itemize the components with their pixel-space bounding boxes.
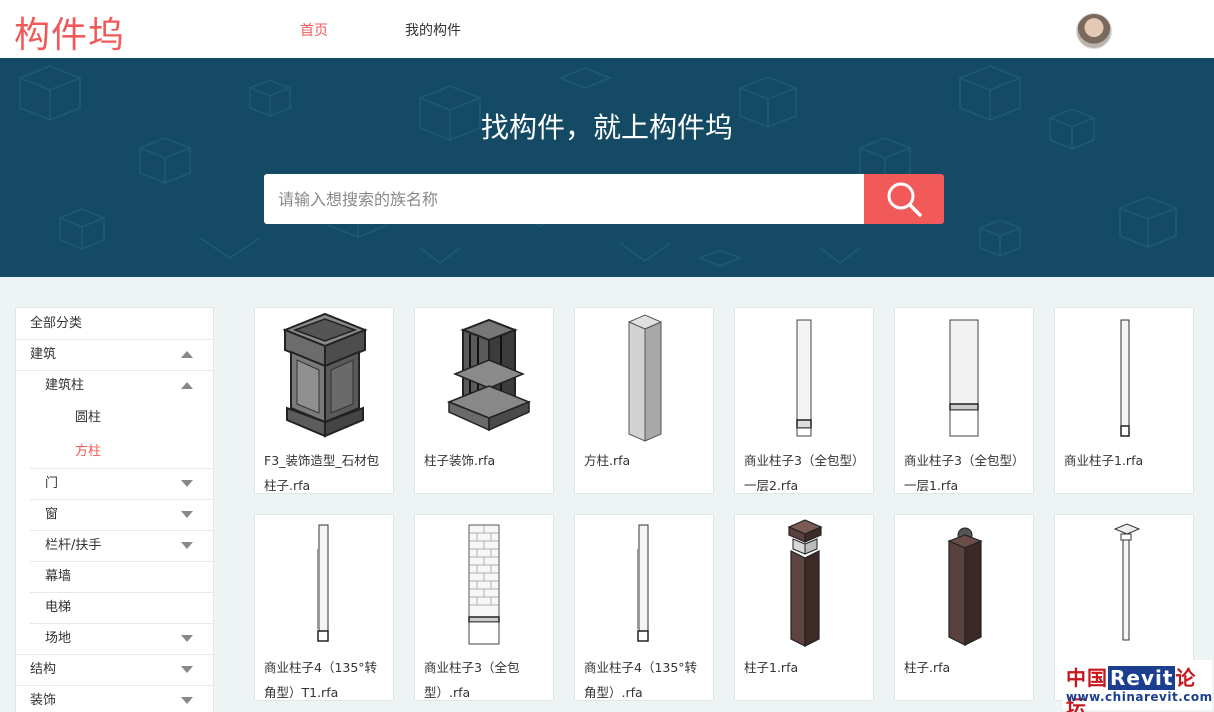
category-label: 窗 xyxy=(45,507,59,522)
component-card[interactable]: 商业柱子3（全包型）一层2.rfa xyxy=(734,307,874,494)
component-name: 商业柱子3（全包型）一层1.rfa xyxy=(904,453,1025,493)
banner-pattern xyxy=(17,65,1179,267)
component-name: F3_装饰造型_石材包柱子.rfa xyxy=(264,453,380,493)
component-card[interactable]: F3_装饰造型_石材包柱子.rfa xyxy=(254,307,394,494)
search-button[interactable] xyxy=(864,174,944,224)
search-input[interactable] xyxy=(264,174,864,224)
category-all[interactable]: 全部分类 xyxy=(16,308,213,339)
component-card[interactable]: 柱子1.rfa xyxy=(734,514,874,701)
wide-column-icon xyxy=(949,319,979,437)
component-name: 柱子装饰.rfa xyxy=(424,453,496,468)
category-architecture[interactable]: 建筑 xyxy=(16,339,213,370)
component-name: 方柱.rfa xyxy=(584,453,631,468)
category-site[interactable]: 场地 xyxy=(16,623,213,654)
category-label: 栏杆/扶手 xyxy=(45,538,102,553)
search-icon xyxy=(887,182,922,217)
chevron-up-icon xyxy=(181,351,193,358)
category-elevator[interactable]: 电梯 xyxy=(16,592,213,623)
corner-column-icon xyxy=(317,524,329,642)
chevron-down-icon xyxy=(181,697,193,704)
category-label: 场地 xyxy=(45,631,72,646)
component-card[interactable]: 柱子装饰.rfa xyxy=(414,307,554,494)
component-name: 商业柱子1.rfa xyxy=(1064,453,1144,468)
watermark-title: 中国 Revit 论坛 xyxy=(1066,666,1197,712)
category-sidebar: 全部分类 建筑 建筑柱 圆柱 方柱 门 窗 栏杆/扶手 幕墙 电梯 场地 结构 … xyxy=(15,307,214,712)
category-arch-column[interactable]: 建筑柱 xyxy=(16,370,213,401)
decorated-column-icon xyxy=(446,318,532,432)
chevron-down-icon xyxy=(181,666,193,673)
component-card[interactable]: 柱子.rfa xyxy=(894,514,1034,701)
search-banner: 找构件，就上构件坞 xyxy=(0,58,1214,277)
component-name: 商业柱子4（135°转角型）.rfa xyxy=(584,660,698,700)
category-label: 建筑 xyxy=(30,347,57,362)
ball-post-icon xyxy=(947,527,983,646)
forum-watermark-logo: 中国 Revit 论坛 www.chinarevit.com xyxy=(1062,660,1213,712)
category-round-column[interactable]: 圆柱 xyxy=(16,402,213,433)
watermark-url: www.chinarevit.com xyxy=(1066,690,1213,704)
nav-my-components[interactable]: 我的构件 xyxy=(405,20,461,40)
capped-post-icon xyxy=(787,519,823,647)
category-structure[interactable]: 结构 xyxy=(16,654,213,685)
category-square-column[interactable]: 方柱 xyxy=(16,436,213,467)
category-label: 装饰 xyxy=(30,693,57,708)
category-label: 门 xyxy=(45,476,59,491)
stone-column-icon xyxy=(282,312,368,438)
brick-column-icon xyxy=(468,524,500,645)
chevron-down-icon xyxy=(181,480,193,487)
nav-home[interactable]: 首页 xyxy=(300,20,328,40)
component-card[interactable]: 商业柱子4（135°转角型）T1.rfa xyxy=(254,514,394,701)
category-label: 电梯 xyxy=(45,600,72,615)
component-name: 商业柱子4（135°转角型）T1.rfa xyxy=(264,660,378,700)
component-name: 柱子.rfa xyxy=(904,660,951,675)
category-railing[interactable]: 栏杆/扶手 xyxy=(16,530,213,561)
category-curtain-wall[interactable]: 幕墙 xyxy=(16,561,213,592)
component-card[interactable]: 方柱.rfa xyxy=(574,307,714,494)
user-avatar[interactable] xyxy=(1076,13,1112,49)
square-column-icon xyxy=(627,314,663,442)
chevron-down-icon xyxy=(181,542,193,549)
category-label: 建筑柱 xyxy=(45,378,85,393)
component-card[interactable]: 商业柱子4（135°转角型）.rfa xyxy=(574,514,714,701)
component-name: 柱子1.rfa xyxy=(744,660,799,675)
slim-column-icon xyxy=(796,319,812,437)
component-card[interactable]: 商业柱子3（全包型）.rfa xyxy=(414,514,554,701)
category-door[interactable]: 门 xyxy=(16,468,213,499)
site-logo[interactable]: 构件坞 xyxy=(14,6,125,58)
banner-title: 找构件，就上构件坞 xyxy=(480,111,733,144)
chevron-down-icon xyxy=(181,635,193,642)
component-card[interactable]: 商业柱子1.rfa xyxy=(1054,307,1194,494)
category-window[interactable]: 窗 xyxy=(16,499,213,530)
component-card[interactable]: 商业柱子3（全包型）一层1.rfa xyxy=(894,307,1034,494)
component-name: 商业柱子3（全包型）.rfa xyxy=(424,660,520,700)
corner-column-icon xyxy=(637,524,649,642)
category-all-label: 全部分类 xyxy=(30,316,83,331)
category-label: 圆柱 xyxy=(75,410,102,425)
thin-column-icon xyxy=(1120,319,1130,437)
chevron-down-icon xyxy=(181,511,193,518)
tall-pilaster-icon xyxy=(1113,523,1141,641)
category-label: 幕墙 xyxy=(45,569,72,584)
chevron-up-icon xyxy=(181,382,193,389)
category-decoration[interactable]: 装饰 xyxy=(16,685,213,712)
category-label: 方柱 xyxy=(75,444,102,459)
category-label: 结构 xyxy=(30,662,57,677)
component-name: 商业柱子3（全包型）一层2.rfa xyxy=(744,453,865,493)
top-header: 构件坞 首页 我的构件 xyxy=(0,0,1214,58)
